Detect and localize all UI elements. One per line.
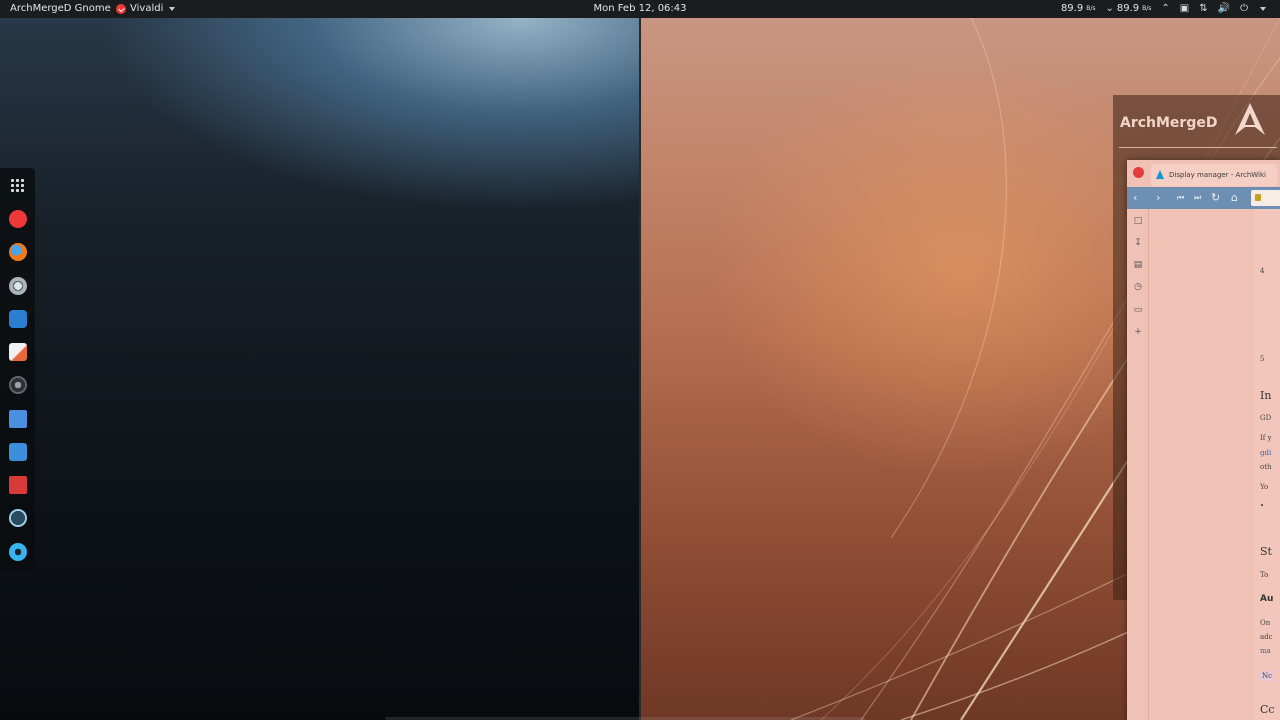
- dash: [0, 168, 35, 570]
- dash-item-downloader[interactable]: [7, 441, 28, 462]
- dash-item-firefox[interactable]: [7, 241, 28, 262]
- app-menu[interactable]: Vivaldi: [116, 0, 176, 18]
- net-down-value: 89.9: [1116, 3, 1140, 14]
- screen-icon[interactable]: ▣: [1180, 0, 1189, 18]
- download-icon[interactable]: ↧: [1132, 237, 1144, 249]
- vivaldi-icon: [116, 4, 126, 14]
- page-number: 5: [1260, 355, 1265, 363]
- dash-item-settings[interactable]: [7, 541, 28, 562]
- text-editor-icon: [8, 342, 27, 361]
- workspace-thumbnail-1[interactable]: [0, 18, 640, 720]
- dash-item-vivaldi[interactable]: [7, 208, 28, 229]
- volume-icon[interactable]: 🔊: [1218, 0, 1230, 18]
- add-panel-icon[interactable]: +: [1132, 326, 1144, 338]
- section-heading: In: [1260, 389, 1272, 402]
- dash-item-camera[interactable]: [7, 374, 28, 395]
- wiki-page: 4 5 In GD If y gdi oth Yo • St To Au On …: [1253, 209, 1280, 720]
- power-icon[interactable]: ⏻: [1240, 0, 1248, 18]
- dash-item-presentation[interactable]: [7, 474, 28, 495]
- net-up-unit: B/s: [1086, 5, 1096, 12]
- gear-icon: [8, 542, 27, 561]
- app-menu-label: Vivaldi: [130, 3, 164, 14]
- top-bar: ArchMergeD Gnome Vivaldi Mon Feb 12, 06:…: [0, 0, 1280, 18]
- forward-icon[interactable]: ›: [1156, 190, 1160, 206]
- fast-forward-icon[interactable]: ⏭: [1194, 190, 1201, 206]
- net-down-unit: B/s: [1142, 5, 1152, 12]
- apps-grid-icon: [11, 179, 24, 192]
- back-icon[interactable]: ‹: [1133, 190, 1137, 206]
- folder-icon: [8, 409, 27, 428]
- page-text: On: [1260, 619, 1271, 627]
- lock-icon: [1255, 194, 1261, 201]
- net-up-value: 89.9: [1060, 3, 1084, 14]
- tab-display-manager[interactable]: Display manager - ArchWiki: [1151, 164, 1277, 186]
- navigation-bar: ‹ › ⏮ ⏭ ↻ ⌂: [1127, 187, 1280, 209]
- dash-item-chrome[interactable]: [7, 275, 28, 296]
- system-monitor-icon: [8, 508, 27, 527]
- page-text: GD: [1260, 414, 1272, 422]
- page-text: oth: [1260, 463, 1272, 471]
- dash-item-monitor[interactable]: [7, 507, 28, 528]
- web-content[interactable]: 4 5 In GD If y gdi oth Yo • St To Au On …: [1150, 209, 1280, 720]
- pen-icon: [8, 309, 27, 328]
- page-text: Yo: [1260, 483, 1269, 491]
- chevron-down-icon[interactable]: [1260, 7, 1266, 11]
- page-link[interactable]: ma: [1260, 647, 1271, 655]
- address-bar[interactable]: [1251, 190, 1280, 206]
- network-icon[interactable]: ⇅: [1199, 0, 1207, 18]
- page-text: adc: [1260, 633, 1273, 641]
- page-text: To: [1260, 571, 1269, 579]
- subsection-heading: Au: [1260, 594, 1274, 604]
- down-arrow-icon: ⌄: [1105, 3, 1114, 14]
- camera-icon: [8, 375, 27, 394]
- up-arrow-icon[interactable]: ⌃: [1161, 0, 1169, 18]
- reload-icon[interactable]: ↻: [1211, 190, 1220, 206]
- tab-bar: Display manager - ArchWiki: [1127, 160, 1280, 187]
- activities-button[interactable]: ArchMergeD Gnome: [10, 0, 111, 18]
- vivaldi-icon: [8, 209, 27, 228]
- dash-item-inkscape[interactable]: [7, 308, 28, 329]
- vivaldi-icon[interactable]: [1133, 167, 1144, 178]
- chrome-icon: [8, 276, 27, 295]
- page-link[interactable]: gdi: [1260, 449, 1271, 457]
- arch-logo-icon: [1156, 170, 1164, 179]
- history-icon[interactable]: ◷: [1132, 281, 1144, 293]
- home-icon[interactable]: ⌂: [1231, 190, 1238, 206]
- window-panel-icon[interactable]: ▭: [1132, 304, 1144, 316]
- bookmark-icon[interactable]: □: [1132, 215, 1144, 227]
- net-speed-down[interactable]: ⌄ 89.9 B/s: [1105, 0, 1151, 18]
- window-vivaldi[interactable]: Display manager - ArchWiki ‹ › ⏮ ⏭ ↻ ⌂ □…: [1127, 160, 1280, 720]
- chevron-down-icon: [169, 7, 176, 11]
- note-box: Nc: [1260, 671, 1275, 681]
- section-heading: Cc: [1260, 703, 1275, 716]
- tab-title: Display manager - ArchWiki: [1169, 171, 1266, 179]
- notes-icon[interactable]: ▤: [1132, 259, 1144, 271]
- presentation-icon: [8, 475, 27, 494]
- rewind-icon[interactable]: ⏮: [1177, 190, 1184, 206]
- dash-item-text-editor[interactable]: [7, 341, 28, 362]
- page-text: If y: [1260, 434, 1272, 442]
- download-icon: [8, 442, 27, 461]
- show-apps-button[interactable]: [7, 175, 28, 196]
- bullet: •: [1260, 502, 1265, 510]
- system-tray: 89.9 B/s ⌄ 89.9 B/s ⌃ ▣ ⇅ 🔊 ⏻: [1061, 0, 1266, 18]
- page-number: 4: [1260, 267, 1265, 275]
- side-panel: □ ↧ ▤ ◷ ▭ +: [1127, 209, 1149, 720]
- window-title-archmerged: ArchMergeD: [1120, 115, 1218, 131]
- dash-item-files[interactable]: [7, 408, 28, 429]
- arch-logo-icon: [1235, 103, 1265, 135]
- section-heading: St: [1260, 545, 1272, 558]
- divider: [1119, 147, 1277, 148]
- net-speed-up[interactable]: 89.9 B/s: [1061, 0, 1096, 18]
- firefox-icon: [8, 242, 27, 261]
